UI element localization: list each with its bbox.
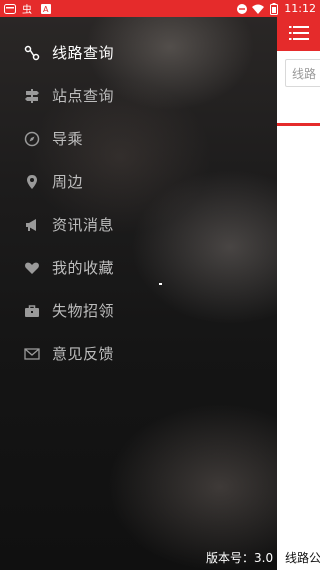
menu-item-label: 线路查询	[52, 44, 115, 62]
app-icon: 虫	[22, 3, 34, 15]
status-time: 11:12	[284, 2, 316, 15]
drawer-menu: 线路查询 站点查询 导乘 周边 资讯消息 我的收藏 失物招领 意见反馈	[0, 31, 277, 375]
touch-indicator	[159, 283, 162, 285]
menu-icon[interactable]	[288, 25, 309, 44]
menu-item-guide[interactable]: 导乘	[0, 117, 277, 160]
menu-item-favorites[interactable]: 我的收藏	[0, 246, 277, 289]
menu-item-nearby[interactable]: 周边	[0, 160, 277, 203]
briefcase-icon	[24, 303, 40, 319]
signpost-icon	[24, 88, 40, 104]
menu-item-label: 失物招领	[52, 302, 115, 320]
heart-icon	[24, 260, 40, 276]
compass-icon	[24, 131, 40, 147]
menu-item-lost-found[interactable]: 失物招领	[0, 289, 277, 332]
a-icon: A	[40, 3, 52, 15]
wifi-icon	[252, 3, 265, 15]
search-input[interactable]: 线路	[285, 59, 320, 87]
tab-indicator	[277, 123, 320, 126]
menu-item-station-query[interactable]: 站点查询	[0, 74, 277, 117]
svg-text:虫: 虫	[22, 4, 32, 15]
location-pin-icon	[24, 174, 40, 190]
menu-item-route-query[interactable]: 线路查询	[0, 31, 277, 74]
menu-item-label: 周边	[52, 173, 84, 191]
minus-circle-icon	[236, 3, 248, 15]
background-footer: 线路公	[277, 545, 320, 570]
menu-item-label: 我的收藏	[52, 259, 115, 277]
background-footer-text: 线路公	[285, 551, 320, 565]
status-left-icons: 虫 A	[4, 3, 52, 15]
megaphone-icon	[24, 217, 40, 233]
battery-icon	[268, 2, 280, 15]
menu-item-label: 资讯消息	[52, 216, 115, 234]
version-label: 版本号：3.0	[206, 551, 274, 565]
menu-item-label: 导乘	[52, 130, 84, 148]
menu-item-label: 站点查询	[52, 87, 115, 105]
svg-text:A: A	[43, 5, 49, 14]
app-header	[277, 17, 320, 51]
status-right-icons: 11:12	[236, 2, 316, 15]
route-icon	[24, 45, 40, 61]
search-placeholder: 线路	[292, 66, 317, 81]
mail-icon	[24, 346, 40, 362]
menu-item-feedback[interactable]: 意见反馈	[0, 332, 277, 375]
navigation-drawer: 线路查询 站点查询 导乘 周边 资讯消息 我的收藏 失物招领 意见反馈 版本号：…	[0, 17, 277, 570]
notification-icon	[4, 3, 16, 15]
menu-item-label: 意见反馈	[52, 345, 115, 363]
status-bar: 虫 A 11:12	[0, 0, 320, 17]
menu-item-news[interactable]: 资讯消息	[0, 203, 277, 246]
